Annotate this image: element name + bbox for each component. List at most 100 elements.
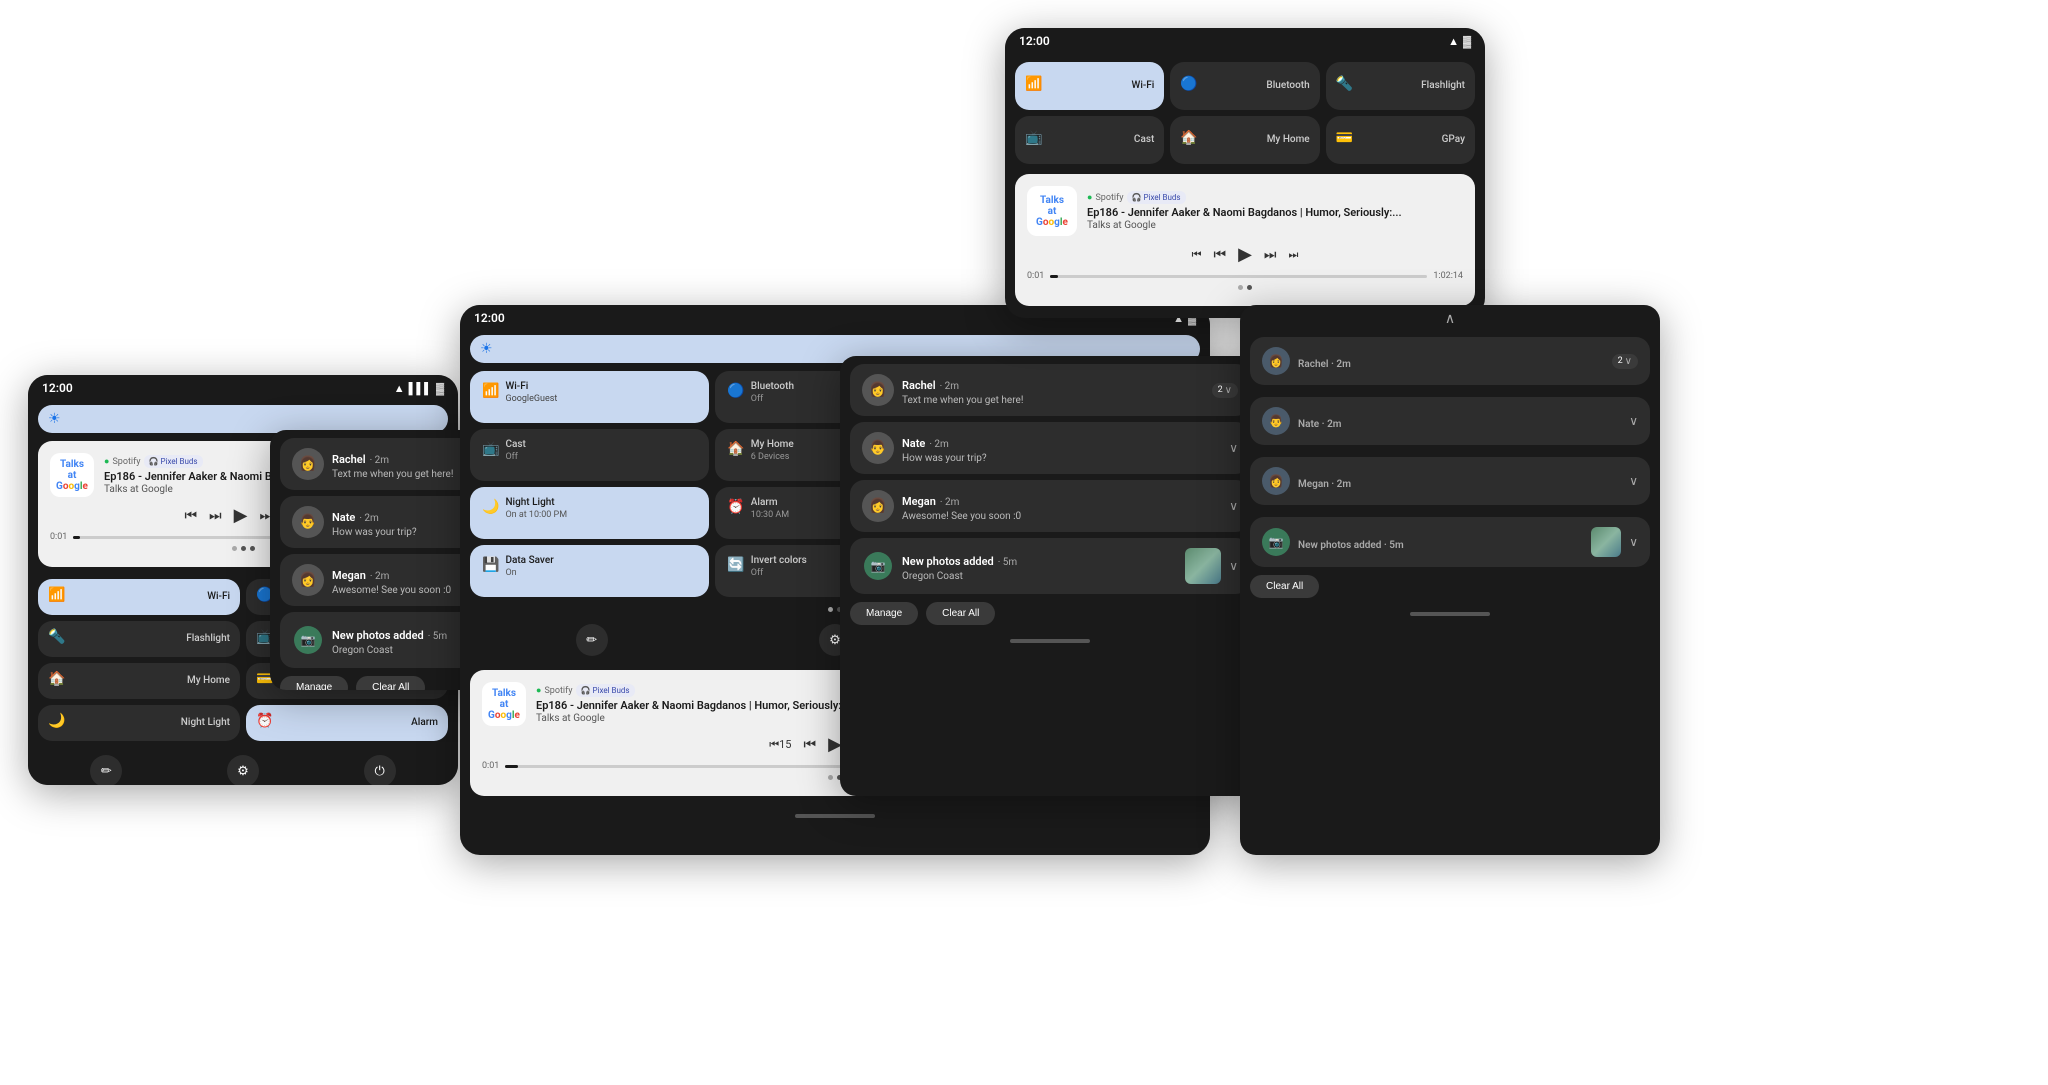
manage-button-4[interactable]: Manage — [850, 602, 918, 625]
notif-body-photos-4: Oregon Coast — [902, 571, 1177, 582]
rewind-icon-5[interactable]: ⏮ — [1192, 248, 1202, 262]
notif-nate-4[interactable]: 👨 Nate· 2m How was your trip? ∨ — [850, 422, 1250, 474]
cast-tile-3[interactable]: 📺 Cast Off — [470, 429, 709, 481]
home-bar-3 — [460, 808, 1210, 824]
notif-photos-4[interactable]: 📷 New photos added· 5m Oregon Coast ∨ — [850, 538, 1250, 594]
settings-button-1[interactable]: ⚙ — [227, 755, 259, 785]
play-icon-1[interactable]: ▶ — [234, 505, 248, 526]
skip-forward-icon-5[interactable]: ⏭ — [1264, 247, 1277, 263]
avatar-megan-2: 👩 — [292, 564, 324, 596]
notif-content-photos-4: New photos added· 5m Oregon Coast — [902, 550, 1177, 582]
flashlight-tile-5[interactable]: 🔦 Flashlight — [1326, 62, 1475, 110]
notif-name-photos-4: New photos added — [902, 555, 994, 568]
rewind-icon-3[interactable]: ⏮15 — [769, 738, 791, 752]
media-source-label-3: Spotify — [544, 686, 572, 696]
chevron-megan-4[interactable]: ∨ — [1229, 499, 1238, 513]
battery-icon-5: ▓ — [1463, 35, 1471, 48]
chevron-nate-4[interactable]: ∨ — [1229, 441, 1238, 455]
notif-content-rachel-6: Rachel · 2m — [1298, 352, 1604, 371]
qs-grid-5: 📶 Wi-Fi 🔵 Bluetooth 🔦 Flashlight 📺 Cast … — [1005, 62, 1485, 164]
power-button-1[interactable]: ⏻ — [364, 755, 396, 785]
nightlight-label-3: Night Light — [505, 497, 567, 509]
pixel-buds-badge-3: 🎧 Pixel Buds — [576, 684, 635, 697]
play-icon-5[interactable]: ▶ — [1238, 244, 1252, 265]
notif-actions-6: Clear All — [1250, 575, 1650, 598]
brightness-slider-1[interactable]: ☀ — [38, 405, 448, 433]
wifi-label-1: Wi-Fi — [207, 591, 230, 603]
edit-button-1[interactable]: ✏ — [90, 755, 122, 785]
notif-content-megan-6: Megan · 2m — [1298, 472, 1621, 491]
photo-thumb-6 — [1591, 527, 1621, 557]
wifi-tile-1[interactable]: 📶 Wi-Fi — [38, 579, 240, 615]
status-bar-1: 12:00 ▲ ▌▌▌ ▓ — [28, 375, 458, 401]
avatar-rachel-6: 👩 — [1262, 347, 1290, 375]
skip-back-icon-1[interactable]: ⏭ — [209, 508, 222, 524]
media-section-5: TalksatGoogle ● Spotify 🎧 Pixel Buds Ep1… — [1005, 170, 1485, 316]
home-bar-line-4 — [1010, 639, 1090, 643]
notif-time-rachel-4: · 2m — [940, 381, 959, 392]
avatar-nate-4: 👨 — [862, 432, 894, 464]
edit-button-3[interactable]: ✏ — [576, 624, 608, 656]
chevron-megan-6[interactable]: ∨ — [1629, 474, 1638, 488]
skip-back-icon-5[interactable]: ⏮ — [1213, 247, 1226, 263]
notif-rachel-4[interactable]: 👩 Rachel· 2m Text me when you get here! … — [850, 364, 1250, 416]
notif-rachel-6[interactable]: 👩 Rachel · 2m 2 ∨ — [1250, 337, 1650, 385]
myhome-label-3: My Home — [751, 439, 794, 451]
avatar-rachel-4: 👩 — [862, 374, 894, 406]
datasaver-tile-3[interactable]: 💾 Data Saver On — [470, 545, 709, 597]
gpay-icon-5: 💳 — [1336, 130, 1353, 146]
media-controls-5: ⏮ ⏮ ▶ ⏭ ⏭ — [1027, 244, 1463, 265]
chevron-photos-6[interactable]: ∨ — [1629, 535, 1638, 549]
progress-bar-5[interactable] — [1050, 275, 1427, 278]
media-title-5: Ep186 - Jennifer Aaker & Naomi Bagdanos … — [1087, 206, 1463, 219]
flashlight-icon-1: 🔦 — [48, 629, 65, 645]
notif-name-megan-2: Megan — [332, 569, 366, 582]
notif-photos-6[interactable]: 📷 New photos added · 5m ∨ — [1250, 517, 1650, 567]
status-icons-5: ▲ ▓ — [1448, 35, 1471, 48]
forward-icon-5[interactable]: ⏭ — [1289, 248, 1299, 262]
wifi-tile-3[interactable]: 📶 Wi-Fi GoogleGuest — [470, 371, 709, 423]
myhome-tile-5[interactable]: 🏠 My Home — [1170, 116, 1319, 164]
notif-name-rachel-4: Rachel — [902, 379, 936, 392]
nightlight-tile-1[interactable]: 🌙 Night Light — [38, 705, 240, 741]
manage-button-2[interactable]: Manage — [280, 676, 348, 690]
device-notif-right: ∧ 👩 Rachel · 2m 2 ∨ 👨 Nate · 2m ∨ 👩 Mega… — [1240, 305, 1660, 855]
wifi-sub-3: GoogleGuest — [505, 394, 557, 404]
notif-body-rachel-4: Text me when you get here! — [902, 395, 1204, 406]
wifi-tile-5[interactable]: 📶 Wi-Fi — [1015, 62, 1164, 110]
wifi-icon-1: 📶 — [48, 587, 65, 603]
alarm-label-1: Alarm — [411, 717, 438, 729]
invertcolors-sub-3: Off — [751, 568, 807, 578]
cast-icon-5: 📺 — [1025, 130, 1042, 146]
clear-all-button-6[interactable]: Clear All — [1250, 575, 1319, 598]
nightlight-icon-3: 🌙 — [482, 499, 499, 515]
notif-name-megan-6: Megan · 2m — [1298, 479, 1351, 490]
notif-nate-6[interactable]: 👨 Nate · 2m ∨ — [1250, 397, 1650, 445]
myhome-tile-1[interactable]: 🏠 My Home — [38, 663, 240, 699]
clear-all-button-4[interactable]: Clear All — [926, 602, 995, 625]
chevron-up-icon-6[interactable]: ∧ — [1445, 311, 1455, 327]
flashlight-tile-1[interactable]: 🔦 Flashlight — [38, 621, 240, 657]
cast-tile-5[interactable]: 📺 Cast — [1015, 116, 1164, 164]
photo-thumb-4 — [1185, 548, 1221, 584]
gpay-tile-5[interactable]: 💳 GPay — [1326, 116, 1475, 164]
avatar-megan-6: 👩 — [1262, 467, 1290, 495]
datasaver-label-3: Data Saver — [505, 555, 553, 567]
clear-all-button-2[interactable]: Clear All — [356, 676, 425, 690]
nightlight-tile-3[interactable]: 🌙 Night Light On at 10:00 PM — [470, 487, 709, 539]
chevron-photos-4[interactable]: ∨ — [1229, 559, 1238, 573]
alarm-tile-1[interactable]: ⏰ Alarm — [246, 705, 448, 741]
chevron-nate-6[interactable]: ∨ — [1629, 414, 1638, 428]
bluetooth-tile-5[interactable]: 🔵 Bluetooth — [1170, 62, 1319, 110]
rewind-icon-1[interactable]: ⏮ — [184, 508, 197, 524]
notif-megan-6[interactable]: 👩 Megan · 2m ∨ — [1250, 457, 1650, 505]
notif-panel-4: 👩 Rachel· 2m Text me when you get here! … — [840, 356, 1260, 633]
wifi-status-icon-5: ▲ — [1448, 35, 1459, 48]
alarm-sub-3: 10:30 AM — [751, 510, 789, 520]
notif-content-photos-6: New photos added · 5m — [1298, 533, 1583, 552]
bluetooth-sub-3: Off — [751, 394, 794, 404]
skip-back-icon-3[interactable]: ⏮ — [803, 737, 816, 753]
invertcolors-label-3: Invert colors — [751, 555, 807, 567]
notif-megan-4[interactable]: 👩 Megan· 2m Awesome! See you soon :0 ∨ — [850, 480, 1250, 532]
notif-badge-rachel-6: 2 ∨ — [1612, 354, 1638, 369]
